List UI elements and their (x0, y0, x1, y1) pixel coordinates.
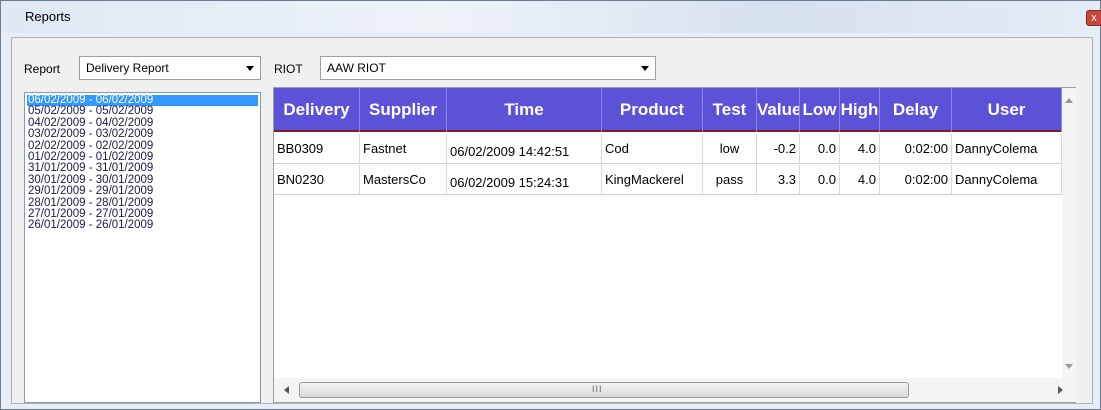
scroll-right-icon[interactable] (1058, 386, 1063, 394)
scroll-up-icon[interactable] (1065, 98, 1073, 103)
chevron-down-icon[interactable] (641, 66, 649, 71)
scroll-grip: III (592, 384, 603, 394)
column-header-product[interactable]: Product (602, 88, 703, 132)
column-header-delay[interactable]: Delay (880, 88, 952, 132)
column-header-value[interactable]: Value (757, 88, 800, 132)
table-cell: MastersCo (360, 165, 447, 195)
report-grid[interactable]: Delivery Supplier Time Product Test Value Low H… (273, 87, 1076, 403)
column-header-supplier[interactable]: Supplier (360, 88, 447, 132)
column-header-user[interactable]: User (952, 88, 1062, 132)
date-list-item[interactable]: 03/02/2009 - 03/02/2009 (25, 128, 260, 140)
reports-window: Reports x Report Delivery Report RIOT AA… (0, 0, 1101, 410)
table-cell: 0:02:00 (880, 134, 952, 164)
table-cell: 06/02/2009 14:42:51 (447, 134, 602, 164)
table-cell: DannyColema (952, 134, 1062, 164)
column-header-test[interactable]: Test (703, 88, 757, 132)
table-cell: pass (703, 165, 757, 195)
chevron-down-icon[interactable] (246, 66, 254, 71)
table-cell: 3.3 (757, 165, 800, 195)
close-icon[interactable]: x (1086, 10, 1101, 26)
table-cell: 0.0 (800, 134, 840, 164)
grid-header: Delivery Supplier Time Product Test Value Low H… (274, 88, 1062, 132)
table-cell: 0:02:00 (880, 165, 952, 195)
report-select-value: Delivery Report (86, 61, 169, 75)
table-cell: -0.2 (757, 134, 800, 164)
title-bar[interactable]: Reports x (1, 1, 1101, 33)
date-list-item[interactable]: 26/01/2009 - 26/01/2009 (25, 219, 260, 231)
table-cell: BB0309 (274, 134, 360, 164)
date-range-list[interactable]: 06/02/2009 - 06/02/2009 05/02/2009 - 05/0… (24, 92, 261, 403)
vertical-scrollbar[interactable] (1062, 88, 1076, 388)
table-cell: 0.0 (800, 165, 840, 195)
table-cell: KingMackerel (602, 165, 703, 195)
column-header-high[interactable]: High (840, 88, 880, 132)
table-row[interactable]: BB0309 Fastnet 06/02/2009 14:42:51 Cod low -0… (274, 134, 1062, 164)
table-cell: 06/02/2009 15:24:31 (447, 165, 602, 195)
table-cell: Fastnet (360, 134, 447, 164)
riot-select[interactable]: AAW RIOT (320, 56, 656, 80)
scroll-thumb[interactable]: III (299, 382, 909, 398)
table-cell: 4.0 (840, 165, 880, 195)
column-header-delivery[interactable]: Delivery (274, 88, 360, 132)
table-row[interactable]: BN0230 MastersCo 06/02/2009 15:24:31 KingMa… (274, 165, 1062, 195)
table-cell: 4.0 (840, 134, 880, 164)
window-title: Reports (25, 9, 71, 24)
scroll-left-icon[interactable] (284, 386, 289, 394)
horizontal-scrollbar[interactable]: III (274, 378, 1076, 402)
table-cell: BN0230 (274, 165, 360, 195)
report-select[interactable]: Delivery Report (79, 56, 261, 80)
table-cell: DannyColema (952, 165, 1062, 195)
report-label: Report (24, 62, 61, 76)
column-header-time[interactable]: Time (447, 88, 602, 132)
table-cell: low (703, 134, 757, 164)
date-list-item[interactable]: 29/01/2009 - 29/01/2009 (25, 185, 260, 197)
riot-select-value: AAW RIOT (327, 61, 386, 75)
scroll-down-icon[interactable] (1065, 364, 1073, 369)
riot-label: RIOT (274, 62, 303, 76)
table-cell: Cod (602, 134, 703, 164)
column-header-low[interactable]: Low (800, 88, 840, 132)
